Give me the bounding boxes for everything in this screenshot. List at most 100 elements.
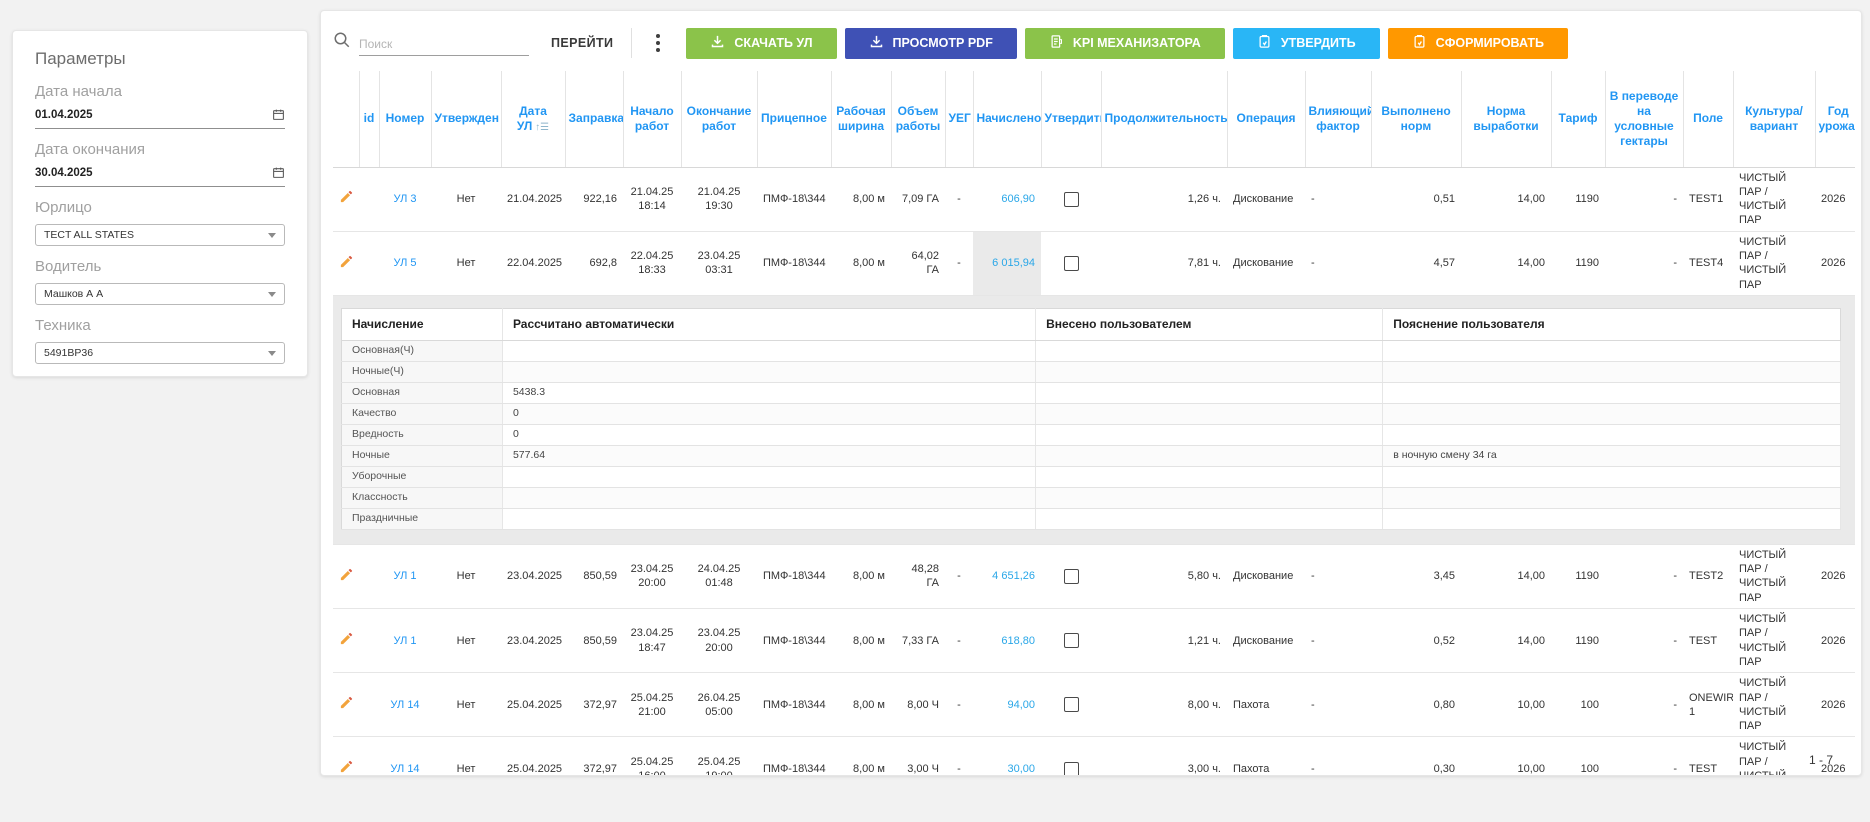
detail-auto-value[interactable]: 577.64 (502, 445, 1035, 466)
column-header-volume[interactable]: Объем работы (891, 71, 945, 167)
cell-check[interactable] (1041, 673, 1101, 737)
date-field-start-date[interactable]: 01.04.2025 (35, 108, 285, 129)
accrued-value[interactable]: 4 651,26 (992, 570, 1035, 582)
accrued-value[interactable]: 94,00 (1007, 699, 1035, 711)
calendar-icon[interactable] (272, 108, 285, 121)
detail-auto-value[interactable]: 5438.3 (502, 382, 1035, 403)
column-header-fuel[interactable]: Заправка (565, 71, 623, 167)
go-button[interactable]: ПЕРЕЙТИ (551, 36, 613, 50)
detail-auto-value[interactable] (502, 508, 1035, 529)
cell-check[interactable] (1041, 737, 1101, 776)
cell-check[interactable] (1041, 167, 1101, 231)
edit-cell[interactable] (333, 231, 359, 295)
column-header-conv_ha[interactable]: В переводе на условные гектары (1605, 71, 1683, 167)
kpi-mechanizer-button[interactable]: KPI МЕХАНИЗАТОРА (1025, 28, 1225, 59)
edit-pencil-icon[interactable] (339, 695, 354, 714)
column-header-culture[interactable]: Культура/вариант (1733, 71, 1815, 167)
select-driver[interactable]: Машков А А (35, 283, 285, 305)
calendar-icon[interactable] (272, 166, 285, 179)
select-equipment[interactable]: 5491BP36 (35, 342, 285, 364)
edit-cell[interactable] (333, 737, 359, 776)
edit-pencil-icon[interactable] (339, 631, 354, 650)
detail-user-note[interactable] (1383, 487, 1841, 508)
approve-checkbox[interactable] (1064, 697, 1079, 712)
detail-user-value[interactable] (1036, 424, 1383, 445)
cell-check[interactable] (1041, 544, 1101, 608)
detail-user-value[interactable] (1036, 340, 1383, 361)
approve-button[interactable]: УТВЕРДИТЬ (1233, 28, 1380, 59)
column-header-accrued[interactable]: Начислено (973, 71, 1041, 167)
column-header-check[interactable]: Утвердить (1041, 71, 1101, 167)
edit-pencil-icon[interactable] (339, 254, 354, 273)
column-header-start[interactable]: Начало работ (623, 71, 681, 167)
accrued-value[interactable]: 6 015,94 (992, 257, 1035, 269)
column-header-duration[interactable]: Продолжительность (1101, 71, 1227, 167)
record-link[interactable]: УЛ 1 (393, 570, 416, 582)
approve-checkbox[interactable] (1064, 633, 1079, 648)
detail-auto-value[interactable] (502, 340, 1035, 361)
detail-user-value[interactable] (1036, 382, 1383, 403)
record-link[interactable]: УЛ 3 (393, 193, 416, 205)
accrued-value[interactable]: 30,00 (1007, 763, 1035, 775)
record-link[interactable]: УЛ 14 (390, 763, 419, 775)
column-header-norm_rate[interactable]: Норма выработки (1461, 71, 1551, 167)
detail-user-note[interactable] (1383, 361, 1841, 382)
approve-checkbox[interactable] (1064, 256, 1079, 271)
column-header-norm_done[interactable]: Выполнено норм (1371, 71, 1461, 167)
detail-user-value[interactable] (1036, 361, 1383, 382)
cell-check[interactable] (1041, 609, 1101, 673)
edit-pencil-icon[interactable] (339, 189, 354, 208)
column-header-ueg[interactable]: УЕГ (945, 71, 973, 167)
detail-auto-value[interactable]: 0 (502, 403, 1035, 424)
column-header-id[interactable]: id (359, 71, 379, 167)
column-header-factor[interactable]: Влияющий фактор (1305, 71, 1371, 167)
edit-pencil-icon[interactable] (339, 567, 354, 586)
detail-user-note[interactable]: в ночную смену 34 га (1383, 445, 1841, 466)
edit-cell[interactable] (333, 673, 359, 737)
column-header-approved[interactable]: Утвержден (431, 71, 501, 167)
column-header-trailer[interactable]: Прицепное (757, 71, 831, 167)
date-field-end-date[interactable]: 30.04.2025 (35, 166, 285, 187)
approve-checkbox[interactable] (1064, 569, 1079, 584)
detail-user-value[interactable] (1036, 487, 1383, 508)
column-header-date_ul[interactable]: Дата УЛ ↑☰ (501, 71, 565, 167)
cell-check[interactable] (1041, 231, 1101, 295)
detail-user-note[interactable] (1383, 340, 1841, 361)
view-pdf-button[interactable]: ПРОСМОТР PDF (845, 28, 1017, 59)
column-header-end[interactable]: Окончание работ (681, 71, 757, 167)
detail-user-note[interactable] (1383, 382, 1841, 403)
column-header-year[interactable]: Год урожая (1815, 71, 1855, 167)
sort-ascending-icon[interactable]: ↑☰ (532, 122, 549, 133)
detail-auto-value[interactable] (502, 361, 1035, 382)
detail-user-value[interactable] (1036, 403, 1383, 424)
edit-cell[interactable] (333, 167, 359, 231)
detail-user-value[interactable] (1036, 445, 1383, 466)
record-link[interactable]: УЛ 5 (393, 257, 416, 269)
column-header-operation[interactable]: Операция (1227, 71, 1305, 167)
approve-checkbox[interactable] (1064, 762, 1079, 776)
column-header-num[interactable]: Номер (379, 71, 431, 167)
detail-user-note[interactable] (1383, 466, 1841, 487)
more-options-icon[interactable] (646, 30, 670, 56)
accrued-value[interactable]: 618,80 (1001, 635, 1035, 647)
approve-checkbox[interactable] (1064, 192, 1079, 207)
record-link[interactable]: УЛ 14 (390, 699, 419, 711)
edit-pencil-icon[interactable] (339, 759, 354, 776)
record-link[interactable]: УЛ 1 (393, 635, 416, 647)
detail-user-value[interactable] (1036, 466, 1383, 487)
detail-auto-value[interactable] (502, 466, 1035, 487)
select-legal-entity[interactable]: TECT ALL STATES (35, 224, 285, 246)
accrued-value[interactable]: 606,90 (1001, 193, 1035, 205)
detail-user-note[interactable] (1383, 508, 1841, 529)
edit-cell[interactable] (333, 544, 359, 608)
detail-auto-value[interactable]: 0 (502, 424, 1035, 445)
detail-user-note[interactable] (1383, 424, 1841, 445)
generate-button[interactable]: СФОРМИРОВАТЬ (1388, 28, 1568, 59)
detail-user-note[interactable] (1383, 403, 1841, 424)
column-header-field[interactable]: Поле (1683, 71, 1733, 167)
column-header-width[interactable]: Рабочая ширина (831, 71, 891, 167)
edit-cell[interactable] (333, 609, 359, 673)
detail-auto-value[interactable] (502, 487, 1035, 508)
detail-user-value[interactable] (1036, 508, 1383, 529)
search-input[interactable] (359, 34, 529, 56)
